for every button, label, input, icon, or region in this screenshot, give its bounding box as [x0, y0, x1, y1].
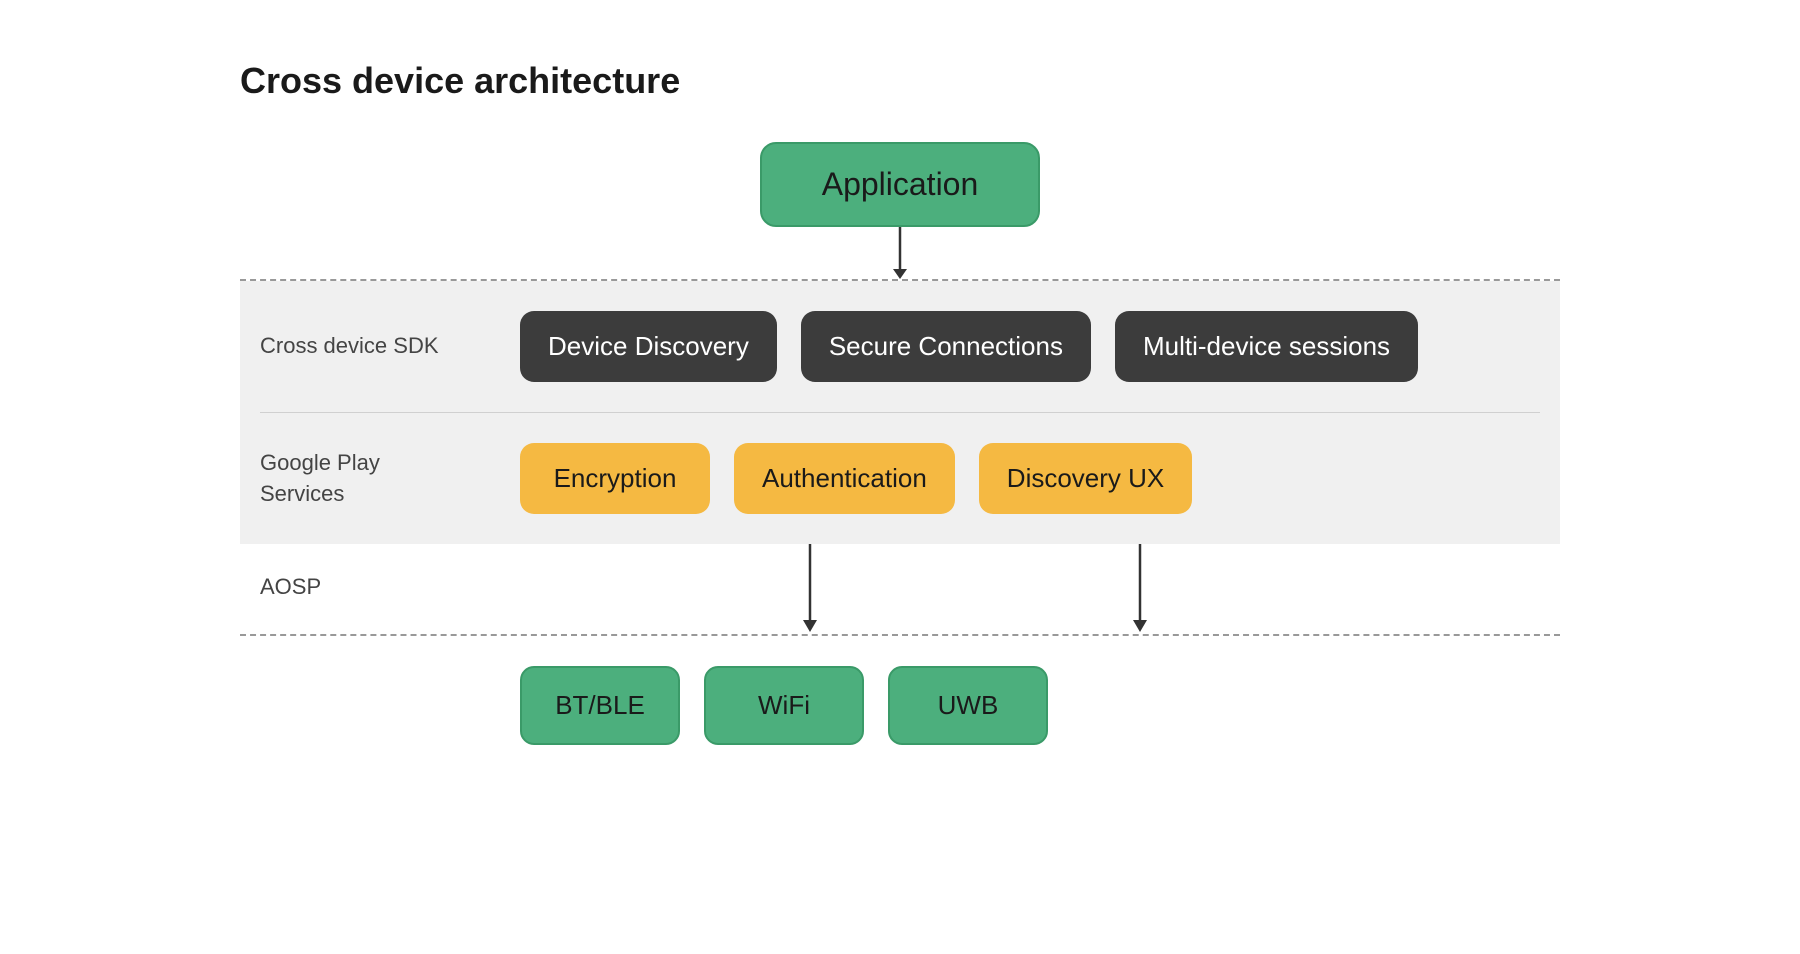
arrow-down-svg — [893, 227, 907, 279]
page-title: Cross device architecture — [240, 60, 1560, 102]
uwb-box: UWB — [888, 666, 1048, 745]
aosp-arrows-svg — [520, 544, 1320, 634]
bottom-boxes: BT/BLE WiFi UWB — [520, 666, 1540, 745]
gps-label: Google Play Services — [260, 448, 460, 510]
bottom-row: BT/BLE WiFi UWB — [240, 636, 1560, 765]
sdk-label: Cross device SDK — [260, 331, 460, 362]
gps-row: Google Play Services Encryption Authenti… — [240, 413, 1560, 544]
application-box: Application — [760, 142, 1041, 227]
discovery-ux-box: Discovery UX — [979, 443, 1192, 514]
device-discovery-box: Device Discovery — [520, 311, 777, 382]
sdk-boxes: Device Discovery Secure Connections Mult… — [520, 311, 1540, 382]
gray-section: Cross device SDK Device Discovery Secure… — [240, 281, 1560, 544]
diagram-area: Application Cross device SDK Device Disc… — [240, 142, 1560, 765]
secure-connections-box: Secure Connections — [801, 311, 1091, 382]
bt-ble-box: BT/BLE — [520, 666, 680, 745]
multi-device-sessions-box: Multi-device sessions — [1115, 311, 1418, 382]
app-to-sdk-arrow — [240, 227, 1560, 279]
aosp-arrows-area — [520, 544, 1540, 634]
wifi-box: WiFi — [704, 666, 864, 745]
diagram-container: Cross device architecture Application Cr… — [200, 0, 1600, 805]
sdk-row: Cross device SDK Device Discovery Secure… — [240, 281, 1560, 412]
app-row: Application — [240, 142, 1560, 227]
aosp-section: AOSP — [240, 544, 1560, 634]
authentication-box: Authentication — [734, 443, 955, 514]
encryption-box: Encryption — [520, 443, 710, 514]
aosp-label: AOSP — [260, 544, 460, 600]
gps-boxes: Encryption Authentication Discovery UX — [520, 443, 1540, 514]
